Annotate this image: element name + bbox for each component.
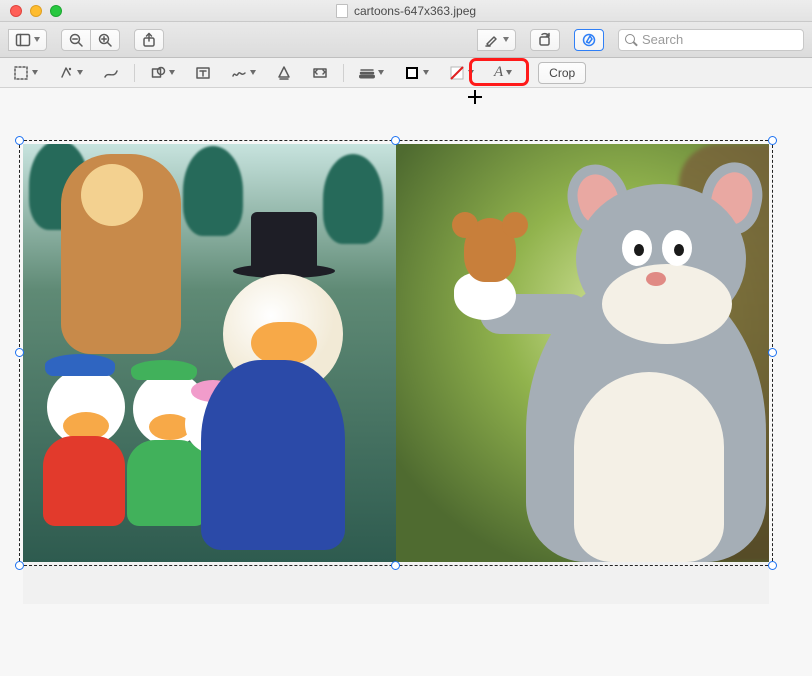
chevron-down-icon [378, 70, 384, 75]
zoom-out-button[interactable] [61, 29, 91, 51]
window-filename: cartoons-647x363.jpeg [354, 4, 476, 18]
chevron-down-icon [169, 70, 175, 75]
traffic-lights [0, 5, 62, 17]
image-content [23, 144, 769, 562]
chevron-down-icon [506, 70, 512, 75]
text-style-glyph: A [494, 64, 503, 81]
search-placeholder: Search [642, 32, 683, 47]
adjust-size-button[interactable] [307, 62, 333, 84]
search-field[interactable]: Search [618, 29, 804, 51]
chevron-down-icon [77, 70, 83, 75]
zoom-in-button[interactable] [90, 29, 120, 51]
border-color-button[interactable] [399, 62, 434, 84]
chevron-down-icon [34, 37, 40, 42]
canvas-bottom-margin [23, 562, 769, 604]
fill-color-button[interactable] [444, 62, 479, 84]
sign-button[interactable] [226, 62, 261, 84]
chevron-down-icon [32, 70, 38, 75]
highlight-group [477, 29, 516, 51]
crop-button[interactable]: Crop [538, 62, 586, 84]
crop-button-label: Crop [549, 66, 575, 80]
rotate-button[interactable] [530, 29, 560, 51]
share-button[interactable] [134, 29, 164, 51]
file-icon [336, 4, 348, 18]
image-left-panel [23, 144, 396, 562]
separator [343, 64, 344, 82]
markup-toggle-button[interactable] [574, 29, 604, 51]
window-title: cartoons-647x363.jpeg [0, 4, 812, 18]
title-bar: cartoons-647x363.jpeg [0, 0, 812, 22]
highlight-button[interactable] [477, 29, 516, 51]
close-window-button[interactable] [10, 5, 22, 17]
markup-toolbar: A Crop [0, 58, 812, 88]
instant-alpha-button[interactable] [53, 62, 88, 84]
view-mode-group [8, 29, 47, 51]
chevron-down-icon [468, 70, 474, 75]
adjust-color-button[interactable] [271, 62, 297, 84]
zoom-group [61, 29, 120, 51]
chevron-down-icon [503, 37, 509, 42]
sidebar-view-button[interactable] [8, 29, 47, 51]
text-tool-button[interactable] [190, 62, 216, 84]
chevron-down-icon [423, 70, 429, 75]
separator [527, 64, 528, 82]
primary-toolbar: Search [0, 22, 812, 58]
chevron-down-icon [250, 70, 256, 75]
image-right-panel [396, 144, 769, 562]
text-style-button[interactable]: A [489, 62, 517, 84]
image-canvas[interactable] [23, 144, 769, 562]
zoom-window-button[interactable] [50, 5, 62, 17]
selection-tool-button[interactable] [8, 62, 43, 84]
search-icon [625, 34, 637, 46]
sketch-tool-button[interactable] [98, 62, 124, 84]
minimize-window-button[interactable] [30, 5, 42, 17]
separator [134, 64, 135, 82]
shapes-button[interactable] [145, 62, 180, 84]
shape-style-button[interactable] [354, 62, 389, 84]
